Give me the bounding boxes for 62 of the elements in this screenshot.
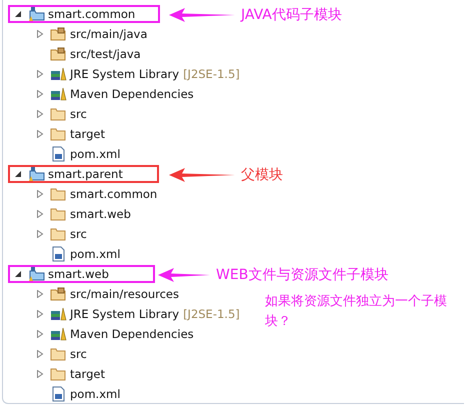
tree-item[interactable]: JRE System Library xyxy=(70,67,180,81)
tree-item[interactable]: target xyxy=(70,367,105,381)
tree-item[interactable]: smart.web xyxy=(70,207,131,221)
expand-icon[interactable] xyxy=(36,90,44,98)
tree-item[interactable]: target xyxy=(70,127,105,141)
project-icon xyxy=(28,166,45,182)
tree-item[interactable]: smart.common xyxy=(70,187,158,201)
project-name[interactable]: smart.common xyxy=(48,7,136,21)
collapse-icon[interactable] xyxy=(14,10,22,18)
expand-icon[interactable] xyxy=(36,70,44,78)
expand-icon[interactable] xyxy=(36,350,44,358)
tree-item[interactable]: pom.xml xyxy=(70,387,120,401)
tree-item[interactable]: src/test/java xyxy=(70,47,141,61)
expand-icon[interactable] xyxy=(36,230,44,238)
annotation-text: 如果将资源文件独立为一个子模块？ xyxy=(265,293,448,331)
collapse-icon[interactable] xyxy=(14,170,22,178)
folder-icon xyxy=(50,366,67,382)
collapse-icon[interactable] xyxy=(14,270,22,278)
package-folder-icon xyxy=(50,26,67,42)
expand-icon[interactable] xyxy=(36,310,44,318)
folder-icon xyxy=(50,206,67,222)
expand-icon[interactable] xyxy=(36,190,44,198)
tree-item[interactable]: Maven Dependencies xyxy=(70,327,194,341)
package-folder-icon xyxy=(50,286,67,302)
maven-file-icon xyxy=(50,386,67,402)
expand-icon[interactable] xyxy=(36,290,44,298)
library-version: [J2SE-1.5] xyxy=(183,67,240,81)
library-books-icon xyxy=(50,326,67,342)
folder-icon xyxy=(50,106,67,122)
expand-icon[interactable] xyxy=(36,30,44,38)
maven-file-icon xyxy=(50,246,67,262)
tree-item[interactable]: pom.xml xyxy=(70,247,120,261)
tree-item[interactable]: Maven Dependencies xyxy=(70,87,194,101)
tree-item[interactable]: src xyxy=(70,347,87,361)
annotation-text: WEB文件与资源文件子模块 xyxy=(216,266,388,284)
folder-icon xyxy=(50,126,67,142)
tree-item[interactable]: pom.xml xyxy=(70,147,120,161)
library-books-icon xyxy=(50,306,67,322)
tree-item[interactable]: src xyxy=(70,107,87,121)
annotation-text: JAVA代码子模块 xyxy=(241,6,342,24)
library-books-icon xyxy=(50,86,67,102)
tree-item[interactable]: src/main/resources xyxy=(70,287,180,301)
folder-icon xyxy=(50,226,67,242)
project-icon xyxy=(28,266,45,282)
tree-item[interactable]: src/main/java xyxy=(70,27,148,41)
expand-icon[interactable] xyxy=(36,210,44,218)
tree-item[interactable]: src xyxy=(70,227,87,241)
expand-icon[interactable] xyxy=(36,370,44,378)
maven-file-icon xyxy=(50,146,67,162)
project-name[interactable]: smart.web xyxy=(48,267,109,281)
project-icon xyxy=(28,6,45,22)
project-name[interactable]: smart.parent xyxy=(48,167,123,181)
library-books-icon xyxy=(50,66,67,82)
annotation-text: 父模块 xyxy=(241,166,283,184)
expand-icon[interactable] xyxy=(36,130,44,138)
expand-icon[interactable] xyxy=(36,330,44,338)
expand-icon[interactable] xyxy=(36,110,44,118)
package-folder-icon xyxy=(50,46,67,62)
tree-item[interactable]: JRE System Library xyxy=(70,307,180,321)
folder-icon xyxy=(50,186,67,202)
folder-icon xyxy=(50,346,67,362)
library-version: [J2SE-1.5] xyxy=(183,307,240,321)
